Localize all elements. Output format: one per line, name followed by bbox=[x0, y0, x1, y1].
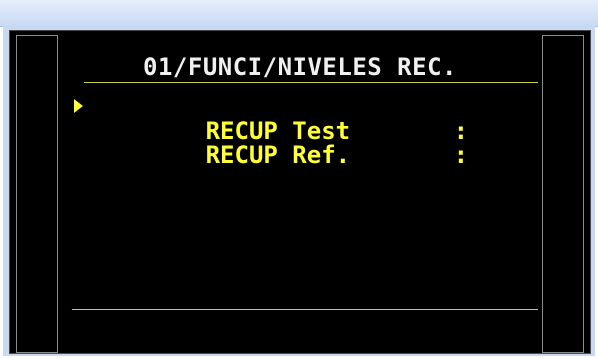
bottom-divider bbox=[72, 309, 538, 310]
row-label: RECUP Ref. bbox=[205, 141, 351, 169]
window-titlebar bbox=[0, 0, 598, 27]
lcd-screen: 01/FUNCI/NIVELES REC. RECUP Test:0 RECUP… bbox=[66, 35, 558, 351]
menu-row-recup-test[interactable]: RECUP Test:0 bbox=[90, 92, 558, 144]
row-separator: : bbox=[453, 141, 469, 169]
right-softkey-panel[interactable] bbox=[542, 35, 584, 353]
triangle-right-icon bbox=[74, 99, 83, 113]
menu-row-recup-ref[interactable]: RECUP Ref.:0 bbox=[90, 116, 558, 168]
title-divider bbox=[84, 82, 538, 83]
page-title: 01/FUNCI/NIVELES REC. bbox=[143, 53, 457, 81]
left-softkey-panel[interactable] bbox=[16, 35, 58, 353]
window-frame: 01/FUNCI/NIVELES REC. RECUP Test:0 RECUP… bbox=[3, 26, 595, 356]
display-panel: 01/FUNCI/NIVELES REC. RECUP Test:0 RECUP… bbox=[9, 30, 591, 354]
